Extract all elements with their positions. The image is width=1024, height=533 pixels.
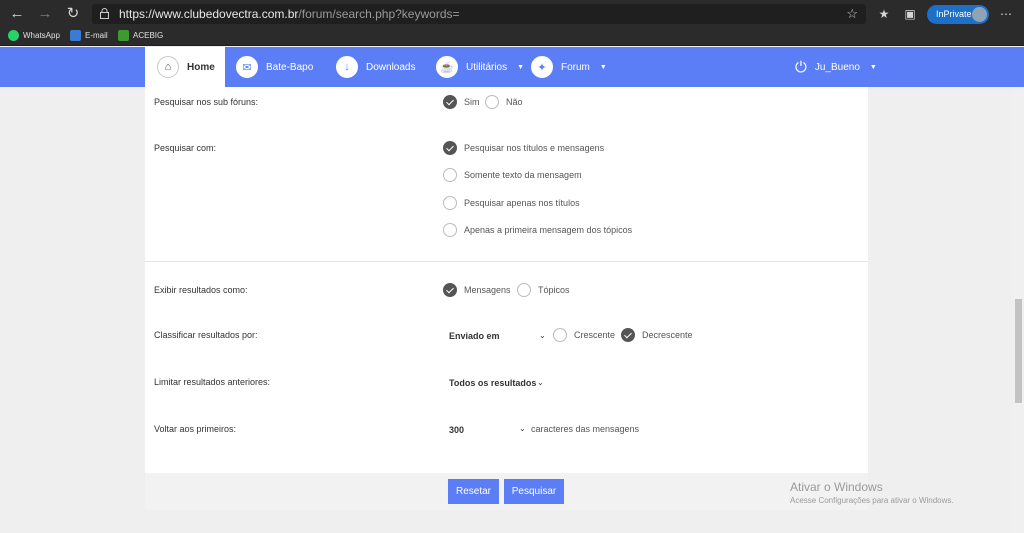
chat-icon: ✉ (236, 56, 258, 78)
chevron-down-icon: ▼ (599, 63, 607, 71)
refresh-icon[interactable]: ↻ (64, 5, 82, 23)
sort-by-select[interactable]: Enviado em (449, 331, 500, 341)
chevron-down-icon: ⌄ (537, 378, 544, 387)
search-option-label: Pesquisar apenas nos títulos (464, 198, 580, 208)
share-icon: ✦ (531, 56, 553, 78)
activation-watermark-title: Ativar o Windows (790, 480, 883, 494)
scrollbar-thumb[interactable] (1015, 299, 1022, 403)
subforums-yes-radio[interactable] (443, 95, 457, 109)
favorites-icon[interactable]: ★ (876, 6, 892, 22)
search-button[interactable]: Pesquisar (504, 479, 564, 504)
search-message-text-radio[interactable] (443, 168, 457, 182)
sort-descending-radio[interactable] (621, 328, 635, 342)
subforums-yes-label: Sim (464, 97, 480, 107)
forward-arrow-icon[interactable]: → (36, 5, 54, 23)
display-posts-radio[interactable] (443, 283, 457, 297)
sort-ascending-radio[interactable] (553, 328, 567, 342)
search-option-label: Apenas a primeira mensagem dos tópicos (464, 225, 633, 235)
chevron-down-icon: ▼ (517, 63, 525, 71)
reset-button[interactable]: Resetar (448, 479, 499, 504)
email-icon (70, 30, 81, 41)
nav-downloads[interactable]: ↓ Downloads (336, 47, 415, 87)
address-bar[interactable]: https://www.clubedovectra.com.br/forum/s… (92, 4, 866, 24)
nav-user[interactable]: ⏻ Ju_Bueno ▼ (795, 47, 877, 87)
search-option-label: Pesquisar nos títulos e mensagens (464, 143, 605, 153)
favorite-star-icon[interactable]: ☆ (846, 6, 858, 22)
chevron-down-icon: ⌄ (539, 331, 546, 340)
nav-chat[interactable]: ✉ Bate-Bapo (236, 47, 313, 87)
display-posts-label: Mensagens (464, 285, 511, 295)
collections-icon[interactable]: ▣ (902, 6, 918, 22)
power-icon: ⏻ (795, 58, 807, 76)
subforums-no-radio[interactable] (485, 95, 499, 109)
search-titles-only-radio[interactable] (443, 196, 457, 210)
cloud-download-icon: ↓ (336, 56, 358, 78)
return-chars-label: Voltar aos primeiros: (154, 424, 237, 434)
subforums-no-label: Não (506, 97, 523, 107)
page-scrollbar[interactable] (1013, 87, 1024, 533)
bookmark-whatsapp[interactable]: WhatsApp (8, 30, 60, 41)
back-arrow-icon[interactable]: ← (8, 5, 26, 23)
whatsapp-icon (8, 30, 19, 41)
limit-results-select[interactable]: Todos os resultados (449, 378, 536, 388)
browser-toolbar: ← → ↻ https://www.clubedovectra.com.br/f… (0, 0, 1024, 28)
nav-utilities[interactable]: ☕ Utilitários ▼ (436, 47, 524, 87)
search-first-post-radio[interactable] (443, 223, 457, 237)
lock-icon (100, 8, 109, 19)
activation-watermark-subtitle: Acesse Configurações para ativar o Windo… (790, 496, 954, 505)
forum-navbar: ⌂ Home ✉ Bate-Bapo ↓ Downloads ☕ Utilitá… (0, 47, 1024, 87)
more-options-icon[interactable]: ⋯ (1000, 7, 1012, 21)
return-chars-suffix: caracteres das mensagens (531, 424, 640, 434)
search-titles-messages-radio[interactable] (443, 141, 457, 155)
search-with-label: Pesquisar com: (154, 143, 217, 153)
bookmark-email[interactable]: E-mail (70, 30, 108, 41)
limit-results-label: Limitar resultados anteriores: (154, 377, 271, 387)
subforums-label: Pesquisar nos sub fóruns: (154, 97, 259, 107)
bookmark-acebig[interactable]: ACEBIG (118, 30, 163, 41)
url-text: https://www.clubedovectra.com.br/forum/s… (119, 7, 460, 21)
home-icon: ⌂ (157, 56, 179, 78)
nav-forum[interactable]: ✦ Forum ▼ (531, 47, 607, 87)
section-divider (145, 261, 868, 262)
coffee-icon: ☕ (436, 56, 458, 78)
nav-home[interactable]: ⌂ Home (145, 47, 225, 87)
sort-descending-label: Decrescente (642, 330, 693, 340)
display-topics-label: Tópicos (538, 285, 570, 295)
search-option-label: Somente texto da mensagem (464, 170, 582, 180)
sort-results-label: Classificar resultados por: (154, 330, 258, 340)
acebig-icon (118, 30, 129, 41)
profile-avatar (972, 7, 987, 22)
chevron-down-icon: ⌄ (519, 424, 526, 433)
display-topics-radio[interactable] (517, 283, 531, 297)
return-chars-select[interactable]: 300 (449, 425, 464, 435)
display-results-label: Exibir resultados como: (154, 285, 248, 295)
bookmarks-bar: WhatsApp E-mail ACEBIG (0, 28, 1024, 46)
sort-ascending-label: Crescente (574, 330, 616, 340)
chevron-down-icon: ▼ (869, 63, 877, 71)
inprivate-badge[interactable]: InPrivate (927, 5, 989, 24)
